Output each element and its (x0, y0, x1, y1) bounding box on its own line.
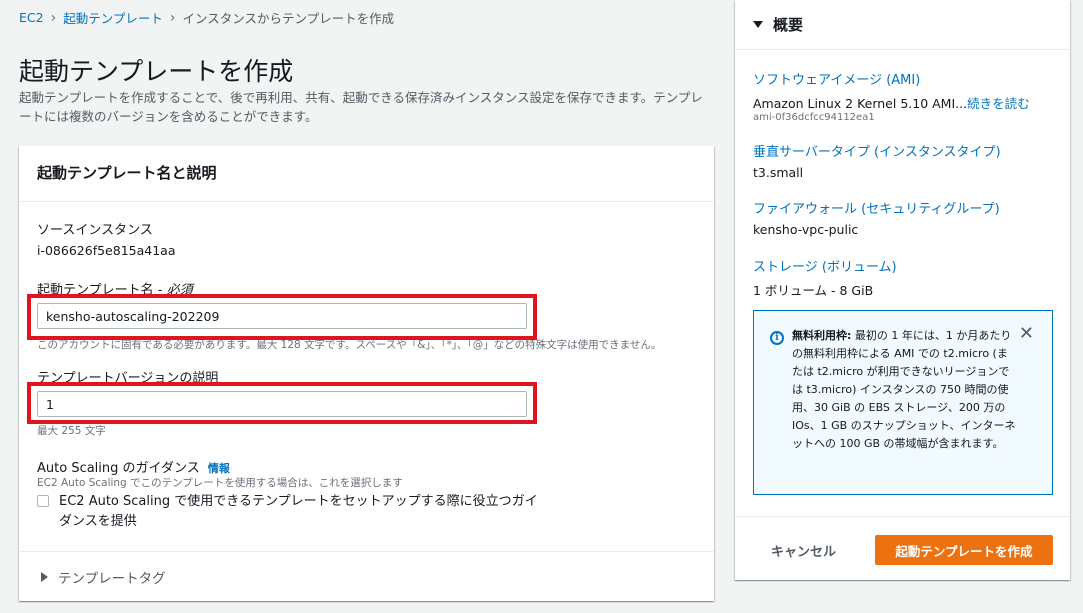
instance-type-value: t3.small (753, 165, 804, 180)
free-tier-info-box: i ✕ 無料利用枠: 最初の 1 年には、1 か月あたりの無料利用枠による AM… (753, 310, 1053, 495)
ami-value: Amazon Linux 2 Kernel 5.10 AMI...続きを読む (753, 93, 1030, 112)
asg-guidance-hint: EC2 Auto Scaling でこのテンプレートを使用する場合は、これを選択… (37, 477, 403, 489)
asg-guidance-label-text: Auto Scaling のガイダンス (37, 461, 200, 476)
version-description-hint: 最大 255 文字 (37, 425, 106, 437)
create-launch-template-button[interactable]: 起動テンプレートを作成 (875, 535, 1053, 565)
caret-right-icon (41, 572, 48, 582)
panel-title: 起動テンプレート名と説明 (19, 146, 714, 202)
asg-guidance-checkbox-label[interactable]: EC2 Auto Scaling で使用できるテンプレートをセットアップする際に… (59, 492, 539, 532)
asg-guidance-checkbox-row[interactable]: EC2 Auto Scaling で使用できるテンプレートをセットアップする際に… (37, 492, 539, 532)
info-link[interactable]: 情報 (208, 462, 230, 475)
breadcrumb: EC2 › 起動テンプレート › インスタンスからテンプレートを作成 (19, 8, 394, 27)
highlight-box (27, 382, 537, 424)
page-title: 起動テンプレートを作成 (19, 57, 294, 86)
caret-down-icon (753, 21, 763, 28)
highlight-box (27, 294, 537, 340)
summary-header[interactable]: 概要 (735, 0, 1070, 50)
template-tags-expander[interactable]: テンプレートタグ (19, 551, 714, 602)
chevron-right-icon: › (169, 9, 176, 26)
ami-link[interactable]: ソフトウェアイメージ (AMI) (753, 69, 920, 88)
ami-value-text: Amazon Linux 2 Kernel 5.10 AMI... (753, 96, 968, 111)
info-icon: i (770, 331, 784, 345)
read-more-link[interactable]: 続きを読む (967, 96, 1030, 111)
free-tier-label: 無料利用枠: (792, 329, 852, 342)
breadcrumb-launch-templates[interactable]: 起動テンプレート (63, 8, 163, 27)
security-group-value: kensho-vpc-pulic (753, 222, 859, 237)
summary-title: 概要 (773, 16, 804, 34)
storage-link[interactable]: ストレージ (ボリューム) (753, 256, 897, 275)
asg-guidance-label: Auto Scaling のガイダンス 情報 (37, 457, 230, 476)
asg-guidance-checkbox[interactable] (37, 495, 49, 507)
storage-value: 1 ボリューム - 8 GiB (753, 283, 874, 298)
close-icon[interactable]: ✕ (1019, 325, 1034, 343)
ami-id: ami-0f36dcfcc94112ea1 (753, 112, 875, 123)
summary-footer: キャンセル 起動テンプレートを作成 (735, 516, 1070, 580)
summary-panel: 概要 ソフトウェアイメージ (AMI) Amazon Linux 2 Kerne… (735, 0, 1070, 580)
breadcrumb-ec2[interactable]: EC2 (19, 10, 44, 25)
free-tier-text: 最初の 1 年には、1 か月あたりの無料利用枠による AMI での t2.mic… (792, 329, 1016, 450)
template-name-panel: 起動テンプレート名と説明 ソースインスタンス i-086626f5e815a41… (19, 146, 714, 601)
breadcrumb-current: インスタンスからテンプレートを作成 (182, 11, 395, 26)
cancel-button[interactable]: キャンセル (771, 541, 836, 560)
source-instance-value: i-086626f5e815a41aa (37, 243, 176, 258)
security-group-link[interactable]: ファイアウォール (セキュリティグループ) (753, 198, 1000, 217)
source-instance-label: ソースインスタンス (37, 223, 153, 238)
chevron-right-icon: › (50, 9, 57, 26)
page-description: 起動テンプレートを作成することで、後で再利用、共有、起動できる保存済みインスタン… (19, 90, 703, 124)
instance-type-link[interactable]: 垂直サーバータイプ (インスタンスタイプ) (753, 141, 1001, 160)
template-tags-label: テンプレートタグ (58, 571, 166, 587)
